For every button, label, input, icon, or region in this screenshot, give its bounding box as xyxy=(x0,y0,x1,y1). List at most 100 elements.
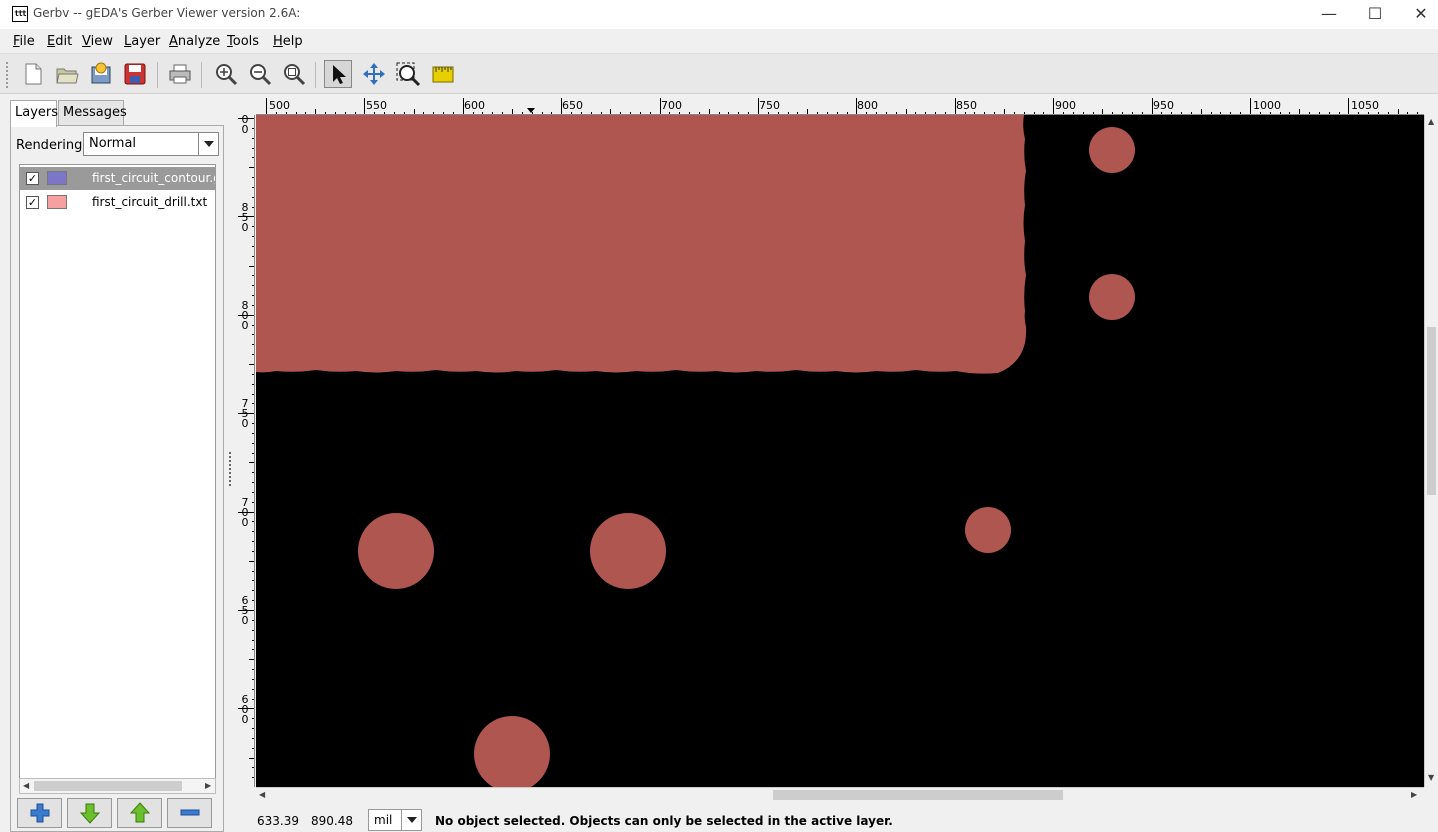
layer-list-scrollbar[interactable]: ◀ ▶ xyxy=(19,778,216,794)
zoom-region-icon xyxy=(396,62,421,87)
layer-color-swatch[interactable] xyxy=(47,195,67,209)
scroll-right-icon[interactable]: ▶ xyxy=(1411,788,1417,802)
scrollbar-thumb[interactable] xyxy=(34,781,182,791)
copper-pour-polygon[interactable] xyxy=(256,115,1027,374)
open-project-button[interactable] xyxy=(53,60,81,88)
drill-hole[interactable] xyxy=(1089,127,1135,173)
toolbar-grip[interactable] xyxy=(6,62,12,88)
ruler-label: 900 xyxy=(1055,99,1076,112)
scrollbar-thumb[interactable] xyxy=(1427,327,1436,495)
menu-analyze[interactable]: Analyze xyxy=(169,34,220,49)
measure-tool-button[interactable] xyxy=(429,60,457,88)
scroll-left-icon[interactable]: ◀ xyxy=(23,779,29,793)
save-icon xyxy=(124,63,146,85)
scrollbar-thumb[interactable] xyxy=(773,790,1063,800)
revert-button[interactable] xyxy=(87,60,115,88)
layer-color-swatch[interactable] xyxy=(47,171,67,185)
scroll-up-icon[interactable]: ▲ xyxy=(1428,115,1434,129)
ruler-label: 750 xyxy=(759,99,780,112)
ruler-label: 600 xyxy=(241,693,249,726)
new-project-button[interactable] xyxy=(19,60,47,88)
vertical-ruler: 00 850 800 750 700 650 600 xyxy=(238,115,255,787)
pan-move-icon xyxy=(363,63,385,85)
ruler-ticks xyxy=(266,98,1418,114)
rendering-mode-select[interactable]: Normal xyxy=(83,132,219,156)
zoom-tool-button[interactable] xyxy=(394,60,422,88)
canvas-vertical-scrollbar[interactable]: ▲ ▼ xyxy=(1424,115,1438,787)
menu-bar: File Edit View Layer Analyze Tools Help xyxy=(0,29,1438,54)
zoom-fit-button[interactable] xyxy=(280,60,308,88)
layer-list: ✓ first_circuit_contour.g ✓ first_circui… xyxy=(19,164,216,784)
move-layer-down-button[interactable] xyxy=(67,798,112,828)
cursor-x-coordinate: 633.39 xyxy=(257,814,299,828)
ruler-label: 700 xyxy=(661,99,682,112)
status-message: No object selected. Objects can only be … xyxy=(435,814,893,828)
scroll-left-icon[interactable]: ◀ xyxy=(259,788,265,802)
layers-tab-content: Rendering: Normal ✓ first_circuit_contou… xyxy=(10,125,224,832)
layer-visibility-checkbox[interactable]: ✓ xyxy=(26,196,39,209)
ruler-label: 700 xyxy=(241,496,249,529)
toolbar-separator xyxy=(201,62,202,88)
layer-row-drill[interactable]: ✓ first_circuit_drill.txt xyxy=(20,191,215,214)
menu-file[interactable]: File xyxy=(13,34,35,49)
zoom-out-icon xyxy=(250,64,272,86)
save-button[interactable] xyxy=(121,60,149,88)
scroll-down-icon[interactable]: ▼ xyxy=(1428,771,1434,785)
move-layer-up-button[interactable] xyxy=(117,798,162,828)
ruler-label: 1000 xyxy=(1253,99,1281,112)
revert-icon xyxy=(91,62,111,84)
pointer-arrow-icon xyxy=(333,65,346,84)
minus-icon xyxy=(180,809,199,816)
drill-hole[interactable] xyxy=(1089,274,1135,320)
layers-panel: Layers Messages Rendering: Normal ✓ firs… xyxy=(8,100,224,832)
ruler-label: 650 xyxy=(562,99,583,112)
drill-hole[interactable] xyxy=(358,513,434,589)
drill-hole[interactable] xyxy=(965,507,1011,553)
menu-edit[interactable]: Edit xyxy=(47,34,72,49)
add-layer-button[interactable] xyxy=(17,798,62,828)
layer-row-contour[interactable]: ✓ first_circuit_contour.g xyxy=(20,167,215,190)
gerber-canvas[interactable] xyxy=(256,115,1424,787)
zoom-in-icon xyxy=(216,64,238,86)
ruler-label: 1050 xyxy=(1351,99,1379,112)
rendering-mode-value: Normal xyxy=(89,136,137,151)
menu-layer[interactable]: Layer xyxy=(124,34,160,49)
close-button[interactable]: ✕ xyxy=(1398,0,1438,29)
plus-icon xyxy=(30,803,49,823)
pointer-tool-button[interactable] xyxy=(324,60,352,88)
ruler-label: 750 xyxy=(241,397,249,430)
drill-hole[interactable] xyxy=(474,716,550,787)
dropdown-arrow-icon xyxy=(401,810,421,830)
canvas-horizontal-scrollbar[interactable]: ◀ ▶ xyxy=(256,787,1424,802)
scroll-right-icon[interactable]: ▶ xyxy=(205,779,211,793)
pane-splitter-handle[interactable] xyxy=(229,452,233,486)
ruler-label: 850 xyxy=(956,99,977,112)
horizontal-ruler: 500 550 600 650 700 750 800 850 900 950 … xyxy=(256,98,1424,115)
toolbar xyxy=(0,54,1438,94)
pan-tool-button[interactable] xyxy=(360,60,388,88)
gerbv-window: ttt Gerbv -- gEDA's Gerber Viewer versio… xyxy=(0,0,1438,832)
gerber-drawing xyxy=(256,115,1135,787)
layer-visibility-checkbox[interactable]: ✓ xyxy=(26,172,39,185)
gerbv-app-icon[interactable]: ttt xyxy=(12,6,28,22)
remove-layer-button[interactable] xyxy=(167,798,212,828)
menu-tools[interactable]: Tools xyxy=(227,34,259,49)
drill-hole[interactable] xyxy=(590,513,666,589)
print-button[interactable] xyxy=(166,60,194,88)
zoom-in-button[interactable] xyxy=(212,60,240,88)
title-bar: ttt Gerbv -- gEDA's Gerber Viewer versio… xyxy=(0,0,1438,29)
tab-layers[interactable]: Layers xyxy=(10,100,58,127)
menu-help[interactable]: Help xyxy=(273,34,303,49)
print-icon xyxy=(169,64,191,84)
menu-view[interactable]: View xyxy=(82,34,113,49)
zoom-out-button[interactable] xyxy=(246,60,274,88)
ruler-label: 650 xyxy=(241,594,249,627)
maximize-button[interactable]: ☐ xyxy=(1352,0,1398,29)
dropdown-arrow-icon xyxy=(198,133,218,155)
tab-messages[interactable]: Messages xyxy=(58,100,127,126)
layer-name: first_circuit_contour.g xyxy=(92,171,216,185)
zoom-fit-icon xyxy=(284,64,306,86)
minimize-button[interactable]: — xyxy=(1306,0,1352,29)
ruler-label: 800 xyxy=(241,299,249,332)
unit-select[interactable]: mil xyxy=(368,809,422,831)
